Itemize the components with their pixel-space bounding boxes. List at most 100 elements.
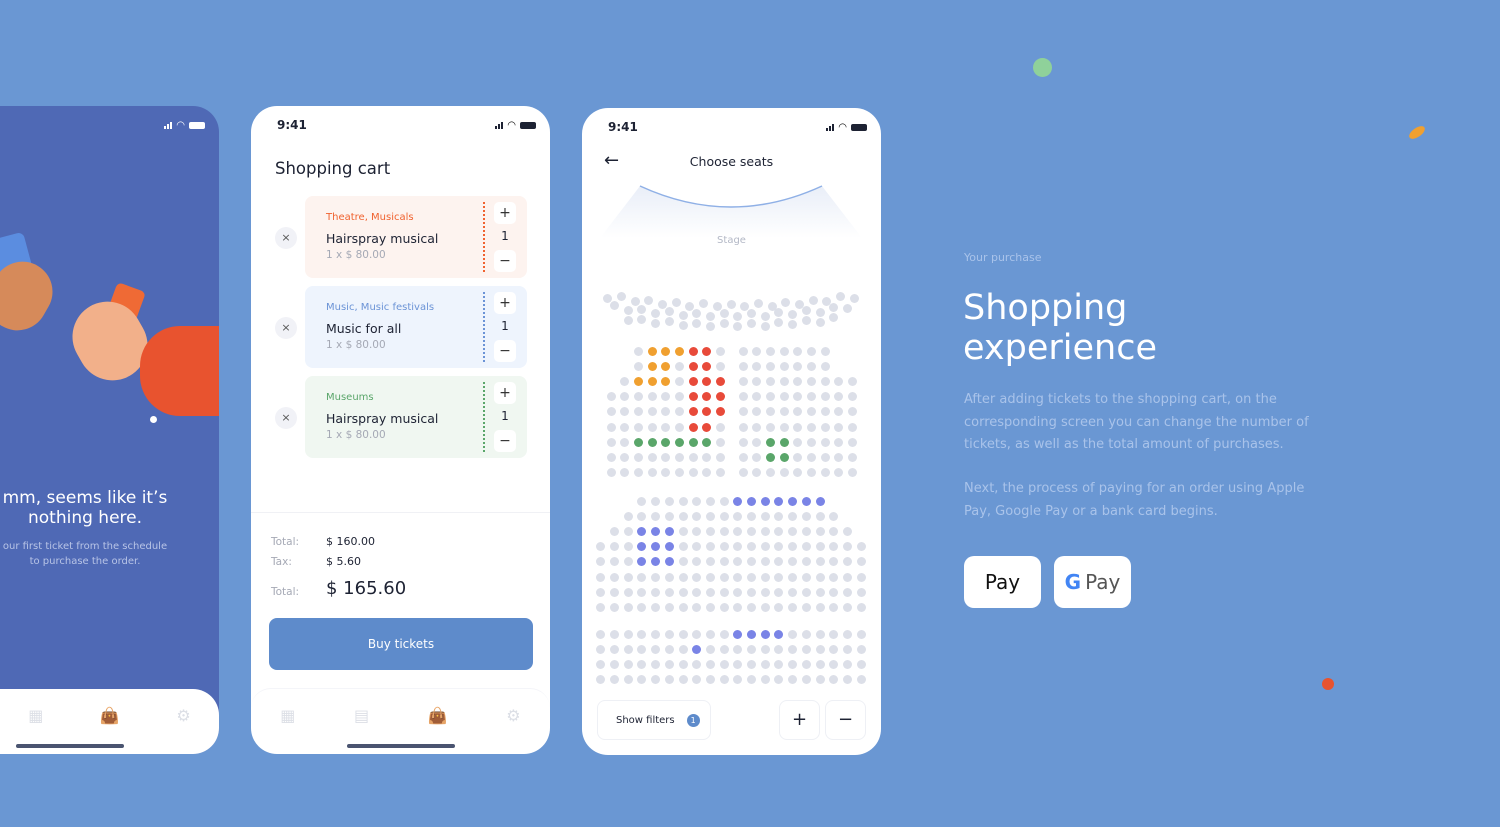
seat-available[interactable] xyxy=(760,587,770,597)
seat-available[interactable] xyxy=(606,452,616,462)
seat-selected[interactable] xyxy=(760,496,770,506)
seat-available[interactable] xyxy=(801,542,811,552)
decrease-qty-button[interactable]: − xyxy=(494,430,516,452)
seat-available[interactable] xyxy=(815,602,825,612)
seat-available[interactable] xyxy=(716,361,726,371)
seat-selected[interactable] xyxy=(747,629,757,639)
seat-available[interactable] xyxy=(705,644,715,654)
seat-available[interactable] xyxy=(765,346,775,356)
seat-red[interactable] xyxy=(702,422,712,432)
seat-available[interactable] xyxy=(793,392,803,402)
seat-available[interactable] xyxy=(692,496,702,506)
seat-available[interactable] xyxy=(637,572,647,582)
seat-available[interactable] xyxy=(623,644,633,654)
seat-available[interactable] xyxy=(606,437,616,447)
seat-available[interactable] xyxy=(705,587,715,597)
increase-qty-button[interactable]: + xyxy=(494,202,516,224)
seat-available[interactable] xyxy=(633,468,643,478)
seat-available[interactable] xyxy=(815,317,825,327)
apple-pay-button[interactable]: Pay xyxy=(964,556,1041,608)
seat-available[interactable] xyxy=(716,452,726,462)
seat-available[interactable] xyxy=(678,602,688,612)
seat-available[interactable] xyxy=(688,452,698,462)
seat-available[interactable] xyxy=(820,422,830,432)
seat-green[interactable] xyxy=(647,437,657,447)
seat-available[interactable] xyxy=(610,629,620,639)
seat-red[interactable] xyxy=(702,392,712,402)
seat-available[interactable] xyxy=(834,422,844,432)
seat-available[interactable] xyxy=(801,526,811,536)
seat-available[interactable] xyxy=(664,317,674,327)
seat-available[interactable] xyxy=(856,572,866,582)
seat-available[interactable] xyxy=(834,376,844,386)
gear-icon[interactable]: ⚙ xyxy=(506,706,520,725)
seat-available[interactable] xyxy=(820,452,830,462)
seat-available[interactable] xyxy=(788,572,798,582)
seat-available[interactable] xyxy=(633,361,643,371)
seat-available[interactable] xyxy=(719,629,729,639)
seat-available[interactable] xyxy=(788,587,798,597)
seat-available[interactable] xyxy=(834,392,844,402)
seat-selected[interactable] xyxy=(651,557,661,567)
seat-available[interactable] xyxy=(596,675,606,685)
seat-available[interactable] xyxy=(834,407,844,417)
seat-available[interactable] xyxy=(760,644,770,654)
seat-available[interactable] xyxy=(815,587,825,597)
seat-available[interactable] xyxy=(765,361,775,371)
seat-red[interactable] xyxy=(716,376,726,386)
seat-available[interactable] xyxy=(815,307,825,317)
seat-available[interactable] xyxy=(705,659,715,669)
seat-available[interactable] xyxy=(620,407,630,417)
seat-available[interactable] xyxy=(848,392,858,402)
seat-available[interactable] xyxy=(664,629,674,639)
seat-available[interactable] xyxy=(678,496,688,506)
seat-available[interactable] xyxy=(829,557,839,567)
seat-selected[interactable] xyxy=(774,629,784,639)
seat-red[interactable] xyxy=(702,346,712,356)
seat-available[interactable] xyxy=(719,659,729,669)
seat-available[interactable] xyxy=(610,542,620,552)
seat-available[interactable] xyxy=(633,346,643,356)
seat-available[interactable] xyxy=(829,629,839,639)
seat-available[interactable] xyxy=(623,316,633,326)
seat-available[interactable] xyxy=(801,316,811,326)
increase-qty-button[interactable]: + xyxy=(494,382,516,404)
seat-available[interactable] xyxy=(829,303,839,313)
shopping-bag-icon[interactable]: 👜 xyxy=(100,706,120,725)
seat-available[interactable] xyxy=(675,392,684,402)
seat-available[interactable] xyxy=(726,299,736,309)
seat-available[interactable] xyxy=(801,644,811,654)
seat-available[interactable] xyxy=(623,675,633,685)
seat-available[interactable] xyxy=(788,310,798,320)
seat-available[interactable] xyxy=(738,376,748,386)
seat-available[interactable] xyxy=(664,675,674,685)
seat-available[interactable] xyxy=(793,376,803,386)
seat-available[interactable] xyxy=(705,312,715,322)
seat-available[interactable] xyxy=(692,511,702,521)
seat-available[interactable] xyxy=(815,557,825,567)
seat-available[interactable] xyxy=(705,322,715,332)
seat-available[interactable] xyxy=(678,659,688,669)
seat-available[interactable] xyxy=(616,292,626,302)
seat-red[interactable] xyxy=(702,361,712,371)
seat-available[interactable] xyxy=(623,587,633,597)
seat-green[interactable] xyxy=(779,452,789,462)
seat-available[interactable] xyxy=(801,675,811,685)
seat-available[interactable] xyxy=(807,422,816,432)
seat-selected[interactable] xyxy=(664,557,674,567)
seat-available[interactable] xyxy=(637,659,647,669)
seat-available[interactable] xyxy=(705,602,715,612)
seat-available[interactable] xyxy=(779,376,789,386)
seat-available[interactable] xyxy=(788,675,798,685)
seat-red[interactable] xyxy=(702,376,712,386)
seat-available[interactable] xyxy=(623,557,633,567)
seat-available[interactable] xyxy=(692,602,702,612)
seat-available[interactable] xyxy=(637,304,647,314)
seat-available[interactable] xyxy=(793,346,803,356)
seat-available[interactable] xyxy=(606,422,616,432)
seat-selected[interactable] xyxy=(733,629,743,639)
seat-available[interactable] xyxy=(793,437,803,447)
seat-available[interactable] xyxy=(774,511,784,521)
seat-available[interactable] xyxy=(856,659,866,669)
seat-available[interactable] xyxy=(596,644,606,654)
